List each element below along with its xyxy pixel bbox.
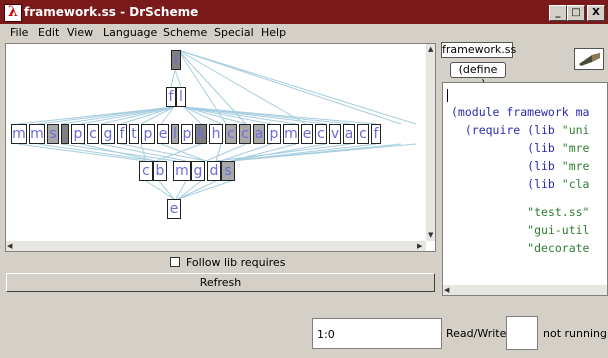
define-menu-button[interactable]: (define ...): [450, 62, 506, 90]
graph-node[interactable]: [61, 124, 69, 144]
graph-node[interactable]: p: [71, 124, 85, 144]
graph-node[interactable]: l: [171, 124, 179, 144]
lambda-icon: λ: [4, 4, 22, 22]
editor-horizontal-scrollbar[interactable]: ◀: [443, 285, 607, 295]
graph-node[interactable]: c: [315, 124, 327, 144]
scroll-left-icon[interactable]: ◀: [7, 242, 12, 250]
title-bar: λ framework.ss - DrScheme _ □ X: [0, 0, 608, 24]
graph-node[interactable]: b: [153, 161, 167, 181]
graph-horizontal-scrollbar[interactable]: ◀ ▶: [6, 241, 426, 251]
graph-node[interactable]: p: [181, 124, 193, 144]
menu-language[interactable]: Language: [103, 26, 157, 39]
graph-node[interactable]: k: [195, 124, 207, 144]
graph-node[interactable]: p: [267, 124, 281, 144]
read-write-label[interactable]: Read/Write: [446, 327, 506, 340]
follow-lib-label: Follow lib requires: [186, 256, 286, 269]
menu-special[interactable]: Special: [214, 26, 254, 39]
graph-node[interactable]: p: [141, 124, 155, 144]
graph-node[interactable]: c: [87, 124, 99, 144]
code-line: (require (lib "uni: [451, 123, 590, 137]
close-button[interactable]: X: [587, 5, 605, 21]
graph-node[interactable]: f: [166, 87, 176, 107]
scroll-up-icon[interactable]: ▲: [428, 45, 433, 53]
graph-node[interactable]: m: [173, 161, 191, 181]
graph-node[interactable]: c: [239, 124, 251, 144]
graph-vertical-scrollbar[interactable]: ▲ ▼: [426, 44, 435, 241]
menu-scheme[interactable]: Scheme: [163, 26, 207, 39]
cursor-position: 1:0: [312, 318, 442, 349]
scroll-left-icon[interactable]: ◀: [444, 286, 449, 294]
text-caret: [447, 89, 448, 102]
graph-node[interactable]: m: [29, 124, 45, 144]
window-title: framework.ss - DrScheme: [24, 5, 199, 19]
graph-node[interactable]: m: [11, 124, 27, 144]
maximize-button[interactable]: □: [567, 5, 585, 21]
check-syntax-icon[interactable]: [574, 48, 604, 70]
graph-node[interactable]: e: [301, 124, 313, 144]
code-line: "test.ss": [527, 205, 590, 219]
minimize-button[interactable]: _: [549, 5, 567, 21]
code-line: (lib "mre: [451, 141, 590, 155]
menu-file[interactable]: File: [10, 26, 28, 39]
graph-node[interactable]: s: [221, 161, 235, 181]
code-line: "decorate: [527, 241, 590, 255]
graph-node[interactable]: f: [117, 124, 127, 144]
graph-node[interactable]: e: [157, 124, 169, 144]
code-line: "gui-util: [527, 223, 590, 237]
graph-node[interactable]: a: [253, 124, 265, 144]
graph-node[interactable]: v: [329, 124, 341, 144]
scroll-right-icon[interactable]: ▶: [417, 242, 422, 250]
graph-node[interactable]: d: [207, 161, 221, 181]
code-line: (module framework ma: [451, 105, 590, 119]
scroll-down-icon[interactable]: ▼: [428, 231, 433, 239]
graph-node[interactable]: i: [171, 50, 181, 70]
graph-node[interactable]: l: [176, 87, 186, 107]
running-status: not running: [543, 327, 607, 340]
module-graph-panel[interactable]: i f l m m s p c g f t p e l p k h c c a …: [5, 43, 436, 252]
menu-view[interactable]: View: [67, 26, 93, 39]
graph-node[interactable]: f: [371, 124, 381, 144]
code-editor[interactable]: (module framework ma (require (lib "uni …: [442, 82, 608, 296]
graph-node[interactable]: c: [225, 124, 237, 144]
menu-help[interactable]: Help: [261, 26, 286, 39]
graph-node[interactable]: e: [167, 199, 181, 219]
graph-node[interactable]: g: [191, 161, 205, 181]
graph-node[interactable]: c: [139, 161, 153, 181]
graph-node[interactable]: c: [357, 124, 369, 144]
graph-node[interactable]: h: [209, 124, 223, 144]
follow-lib-checkbox[interactable]: [170, 257, 180, 267]
file-tab[interactable]: framework.ss: [441, 42, 516, 58]
graph-node[interactable]: a: [343, 124, 355, 144]
refresh-button[interactable]: Refresh: [6, 273, 435, 292]
running-indicator: [506, 316, 538, 350]
menu-edit[interactable]: Edit: [38, 26, 59, 39]
code-line: (lib "cla: [451, 177, 590, 191]
graph-node[interactable]: m: [283, 124, 299, 144]
graph-node[interactable]: g: [101, 124, 115, 144]
graph-node[interactable]: t: [129, 124, 139, 144]
menu-bar: File Edit View Language Scheme Special H…: [0, 24, 608, 42]
code-line: (lib "mre: [451, 159, 590, 173]
graph-node[interactable]: s: [47, 124, 59, 144]
